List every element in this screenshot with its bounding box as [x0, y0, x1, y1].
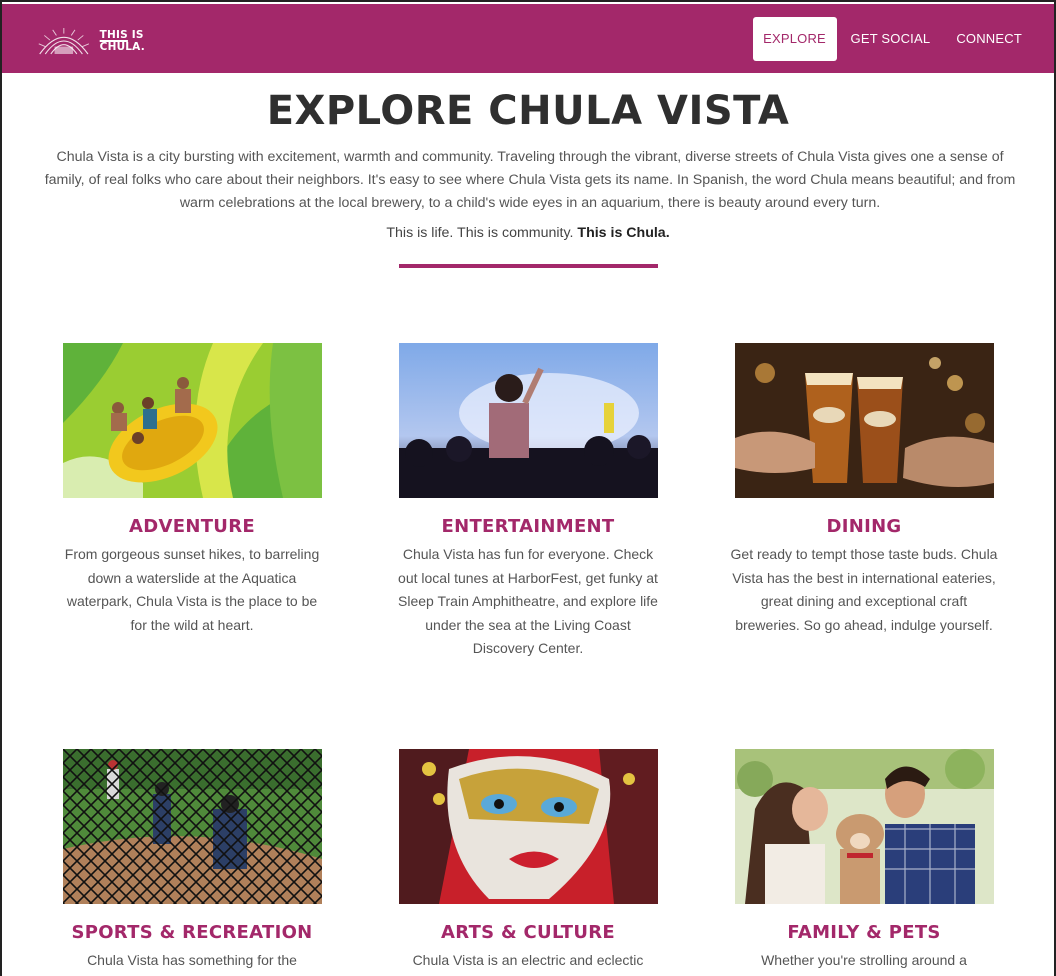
card-title: ADVENTURE [129, 516, 255, 537]
card-text: Chula Vista has fun for everyone. Check … [398, 546, 658, 656]
couple-with-dog-photo[interactable] [734, 749, 994, 904]
card-title: SPORTS & RECREATION [71, 922, 313, 943]
baseball-photo[interactable] [62, 749, 322, 904]
card-text: Get ready to tempt those taste buds. Chu… [730, 546, 998, 633]
section-divider [399, 264, 658, 268]
card-family-pets: FAMILY & PETS Whether you're strolling a… [714, 749, 1014, 973]
card-adventure: ADVENTURE From gorgeous sunset hikes, to… [42, 343, 342, 637]
tagline-bold: This is Chula. [577, 225, 670, 241]
card-entertainment: ENTERTAINMENT Chula Vista has fun for ev… [378, 343, 678, 661]
mask-painting-photo[interactable] [398, 749, 658, 904]
main-nav: EXPLORE GET SOCIAL CONNECT [751, 17, 1034, 61]
nav-connect[interactable]: CONNECT [944, 17, 1034, 61]
logo-text: THIS IS CHULA. [100, 29, 186, 53]
beer-toast-photo[interactable] [734, 343, 994, 498]
tagline-text: This is life. This is community. [386, 225, 578, 241]
page-frame: THIS IS CHULA. EXPLORE GET SOCIAL CONNEC… [0, 0, 1056, 976]
card-text: Chula Vista has something for the [87, 952, 297, 968]
card-title: DINING [826, 516, 902, 537]
page-title: EXPLORE CHULA VISTA [266, 88, 790, 134]
site-logo[interactable]: THIS IS CHULA. [36, 24, 186, 58]
sun-rays-logo-icon [38, 28, 90, 55]
card-sports-recreation: SPORTS & RECREATION Chula Vista has some… [42, 749, 342, 973]
card-dining: DINING Get ready to tempt those taste bu… [714, 343, 1014, 637]
card-title: FAMILY & PETS [787, 922, 941, 943]
card-arts-culture: ARTS & CULTURE Chula Vista is an electri… [378, 749, 678, 973]
card-text: Whether you're strolling around a [761, 952, 967, 968]
card-title: ENTERTAINMENT [441, 516, 615, 537]
card-title: ARTS & CULTURE [440, 922, 616, 943]
card-text: From gorgeous sunset hikes, to barreling… [64, 546, 320, 633]
nav-explore[interactable]: EXPLORE [752, 17, 837, 61]
waterslide-photo[interactable] [62, 343, 322, 498]
nav-get-social[interactable]: GET SOCIAL [839, 17, 943, 61]
concert-photo[interactable] [398, 343, 658, 498]
top-navbar: THIS IS CHULA. EXPLORE GET SOCIAL CONNEC… [2, 4, 1054, 73]
tagline: This is life. This is community. This is… [2, 225, 1054, 241]
card-text: Chula Vista is an electric and eclectic [412, 952, 644, 968]
logo-text-underlined: THIS [99, 29, 128, 41]
intro-paragraph: Chula Vista is a city bursting with exci… [44, 149, 1016, 211]
